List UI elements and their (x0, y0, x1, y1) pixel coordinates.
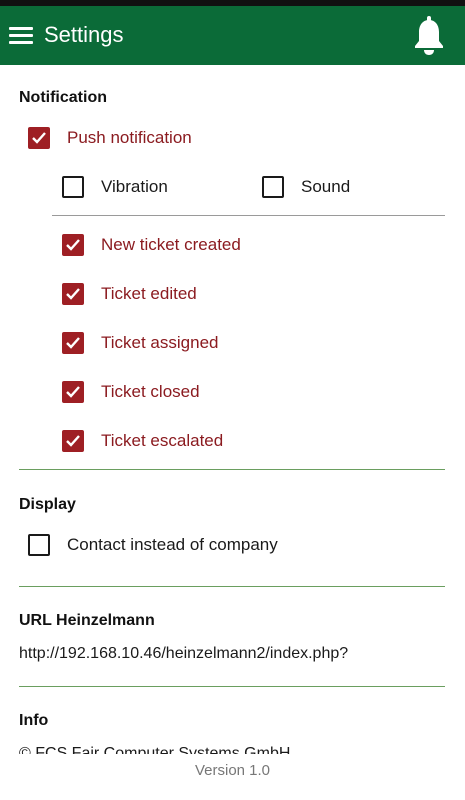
app-bar: Settings (0, 6, 465, 65)
checkbox-icon (62, 234, 84, 256)
checkbox-icon (62, 283, 84, 305)
contact-instead-label: Contact instead of company (67, 535, 278, 554)
info-section-title: Info (19, 712, 49, 729)
sound-label: Sound (301, 177, 351, 196)
notification-section-title: Notification (19, 89, 107, 106)
ticket-assigned-label: Ticket assigned (101, 333, 219, 352)
info-text: © FCS Fair Computer Systems GmbH (19, 745, 291, 754)
ticket-edited-checkbox[interactable]: Ticket edited (62, 283, 197, 305)
push-notification-label: Push notification (67, 128, 192, 147)
divider (19, 686, 445, 687)
checkbox-icon (262, 176, 284, 198)
ticket-closed-label: Ticket closed (101, 382, 200, 401)
ticket-closed-checkbox[interactable]: Ticket closed (62, 381, 200, 403)
ticket-escalated-label: Ticket escalated (101, 431, 224, 450)
divider (52, 215, 445, 216)
url-section-title: URL Heinzelmann (19, 612, 155, 629)
page-title: Settings (44, 22, 124, 47)
divider (19, 469, 445, 470)
checkbox-icon (62, 176, 84, 198)
version-label: Version 1.0 (194, 762, 271, 779)
ticket-assigned-checkbox[interactable]: Ticket assigned (62, 332, 218, 354)
push-notification-checkbox[interactable]: Push notification (28, 127, 192, 149)
sound-checkbox[interactable]: Sound (262, 176, 350, 198)
ticket-escalated-checkbox[interactable]: Ticket escalated (62, 430, 223, 452)
vibration-label: Vibration (101, 177, 168, 196)
ticket-edited-label: Ticket edited (101, 284, 197, 303)
bell-icon[interactable] (412, 16, 446, 56)
vibration-checkbox[interactable]: Vibration (62, 176, 168, 198)
checkbox-icon (62, 332, 84, 354)
checkbox-icon (28, 534, 50, 556)
new-ticket-created-checkbox[interactable]: New ticket created (62, 234, 241, 256)
divider (19, 586, 445, 587)
new-ticket-created-label: New ticket created (101, 235, 241, 254)
display-section-title: Display (19, 496, 76, 513)
checkbox-icon (28, 127, 50, 149)
checkbox-icon (62, 381, 84, 403)
menu-icon[interactable] (9, 27, 33, 45)
checkbox-icon (62, 430, 84, 452)
url-value[interactable]: http://192.168.10.46/heinzelmann2/index.… (19, 645, 348, 663)
contact-instead-checkbox[interactable]: Contact instead of company (28, 534, 278, 556)
